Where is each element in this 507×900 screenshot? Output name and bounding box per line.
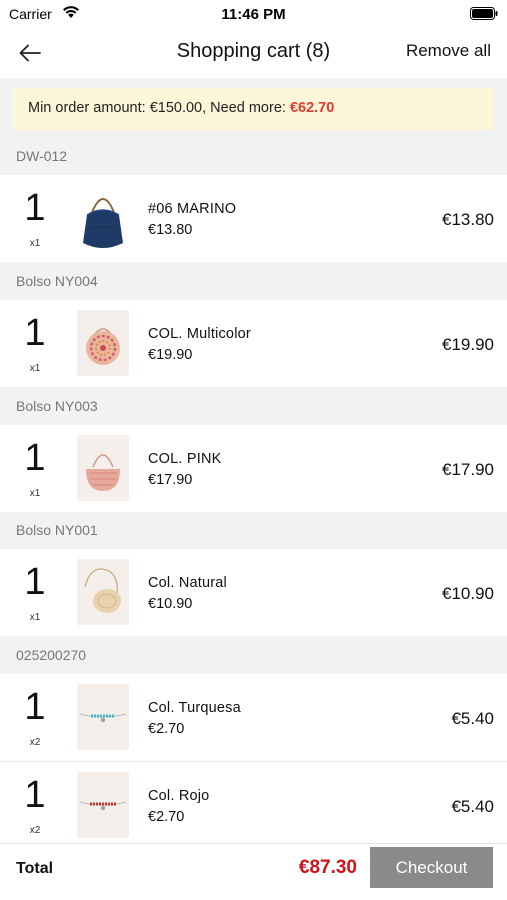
- notice-amount: €62.70: [289, 100, 335, 116]
- nav-bar: Shopping cart (8) Remove all: [0, 28, 507, 78]
- item-unit-price: €19.90: [148, 347, 193, 363]
- item-name: Col. Turquesa: [148, 700, 241, 716]
- quantity[interactable]: 1: [20, 563, 50, 601]
- cart-item[interactable]: 1 x1 #06 MARINO €13.80 €13.80: [0, 175, 507, 262]
- product-image-round-multicolor-straw-bag[interactable]: [77, 310, 129, 376]
- status-time: 11:46 PM: [221, 6, 286, 23]
- group-label: Bolso NY003: [16, 398, 98, 414]
- quantity-multiplier: x2: [29, 825, 41, 836]
- min-order-notice: Min order amount: €150.00, Need more: €6…: [13, 88, 494, 130]
- item-unit-price: €2.70: [148, 721, 185, 737]
- status-bar: Carrier 11:46 PM: [0, 0, 507, 28]
- quantity[interactable]: 1: [20, 439, 50, 477]
- group-label: Bolso NY004: [16, 273, 98, 289]
- cart-item[interactable]: 1 x2 Col. Rojo €2.70 €5.40: [0, 761, 507, 843]
- product-image-turquoise-bead-bracelet[interactable]: [77, 684, 129, 750]
- remove-all-button[interactable]: Remove all: [406, 41, 491, 61]
- total-value: €87.30: [298, 857, 357, 878]
- cart-item[interactable]: 1 x2 Col. Turquesa €2.70 €5.40: [0, 674, 507, 761]
- quantity[interactable]: 1: [20, 314, 50, 352]
- item-name: Col. Rojo: [148, 788, 210, 804]
- item-unit-price: €13.80: [148, 222, 193, 238]
- cart-item[interactable]: 1 x1 COL. PINK €17.90 €17.90: [0, 425, 507, 512]
- item-total-price: €17.90: [442, 460, 494, 479]
- quantity[interactable]: 1: [20, 189, 50, 227]
- arrow-left-icon: [19, 44, 41, 62]
- quantity-multiplier: x1: [29, 363, 41, 374]
- quantity[interactable]: 1: [20, 776, 50, 814]
- quantity-multiplier: x1: [29, 238, 41, 249]
- quantity-multiplier: x2: [29, 737, 41, 748]
- item-total-price: €13.80: [442, 210, 494, 229]
- item-total-price: €5.40: [451, 709, 494, 728]
- item-unit-price: €10.90: [148, 596, 193, 612]
- item-total-price: €10.90: [442, 584, 494, 603]
- group-label: 025200270: [16, 647, 87, 663]
- checkout-bar: Total €87.30 Checkout: [0, 843, 507, 900]
- item-total-price: €19.90: [442, 335, 494, 354]
- product-image-pink-halfmoon-straw-bag[interactable]: [77, 435, 129, 501]
- group-label: DW-012: [16, 148, 68, 164]
- cart-item[interactable]: 1 x1 Col. Natural €10.90 €10.90: [0, 549, 507, 636]
- item-name: #06 MARINO: [148, 201, 237, 217]
- item-name: COL. PINK: [148, 451, 222, 467]
- quantity-multiplier: x1: [29, 488, 41, 499]
- notice-text: Min order amount: €150.00, Need more:: [28, 100, 290, 116]
- checkout-button[interactable]: Checkout: [370, 847, 493, 888]
- product-image-natural-round-crossbody-bag[interactable]: [77, 559, 129, 625]
- product-image-navy-hobo-bag[interactable]: [77, 185, 129, 251]
- item-unit-price: €2.70: [148, 809, 185, 825]
- item-name: Col. Natural: [148, 575, 227, 591]
- total-label: Total: [16, 860, 54, 877]
- back-button[interactable]: [14, 38, 46, 68]
- battery-icon: [470, 7, 498, 20]
- quantity[interactable]: 1: [20, 688, 50, 726]
- group-label: Bolso NY001: [16, 522, 98, 538]
- cart-list[interactable]: Min order amount: €150.00, Need more: €6…: [0, 78, 507, 843]
- item-total-price: €5.40: [451, 797, 494, 816]
- cart-item[interactable]: 1 x1 COL. Multicolor €19.90 €19.90: [0, 300, 507, 387]
- item-unit-price: €17.90: [148, 472, 193, 488]
- product-image-red-bead-bracelet[interactable]: [77, 772, 129, 838]
- item-name: COL. Multicolor: [148, 326, 251, 342]
- quantity-multiplier: x1: [29, 612, 41, 623]
